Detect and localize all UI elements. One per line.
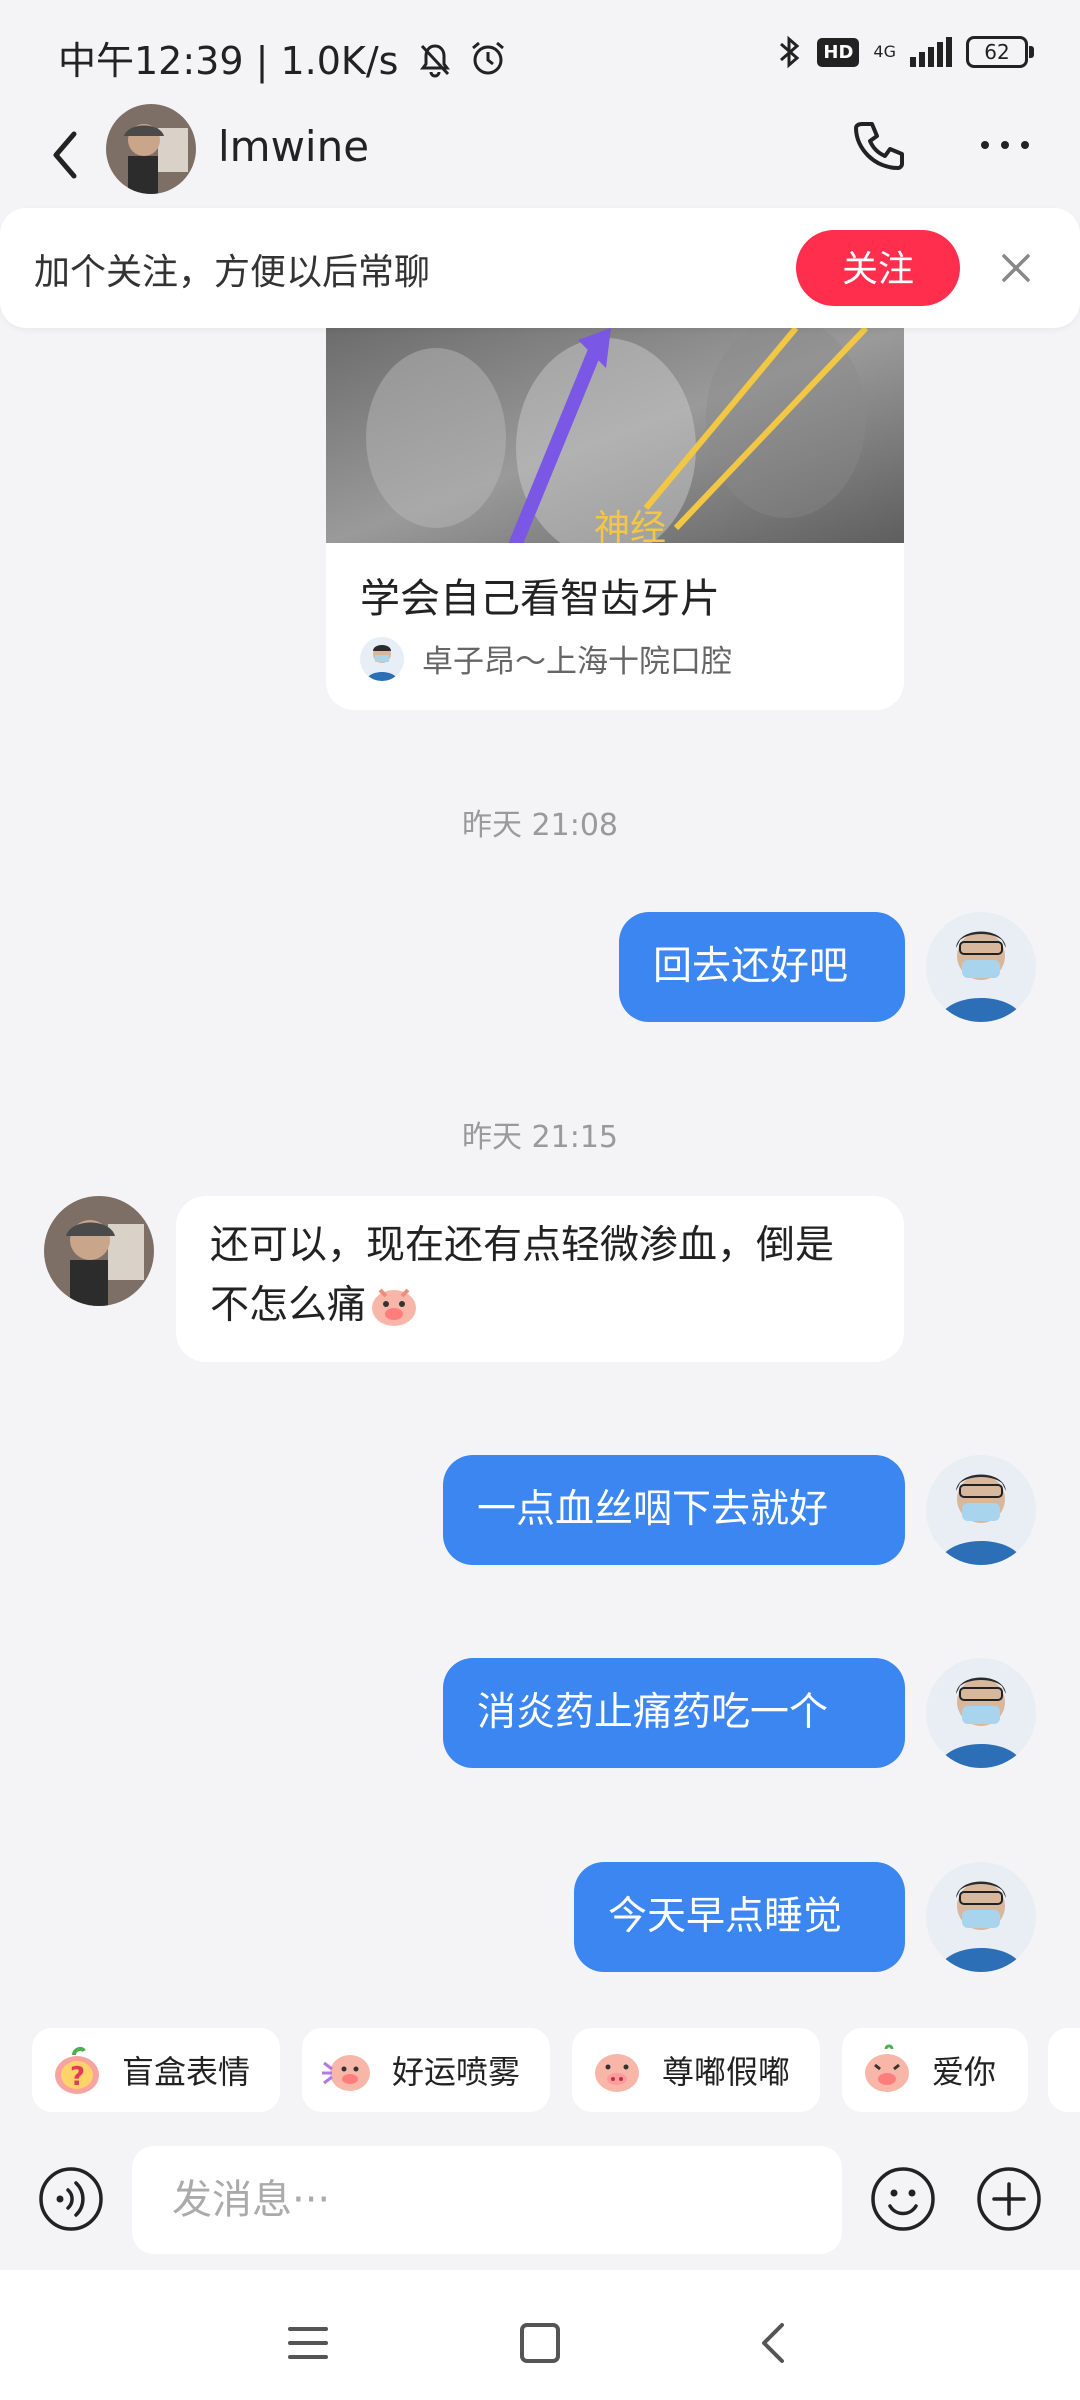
back-icon[interactable] xyxy=(748,2315,804,2371)
chat-header: lmwine xyxy=(0,100,1080,210)
sticker-chip-lucky-spray[interactable]: 好运喷雾 xyxy=(302,2028,550,2112)
shared-note-card[interactable]: 神经 学会自己看智齿牙片 卓子昂～上海十院口腔 xyxy=(326,328,904,710)
sticker-label: 好运喷雾 xyxy=(392,2053,521,2091)
note-author: 卓子昂～上海十院口腔 xyxy=(360,636,732,681)
sticker-chip-partial[interactable] xyxy=(1048,2028,1080,2112)
my-avatar[interactable] xyxy=(926,1862,1036,1972)
lucky-spray-sticker-icon xyxy=(322,2055,370,2091)
sticker-suggestion-bar: ? 盲盒表情 好运喷雾 尊嘟假嘟 爱你 xyxy=(0,1998,1080,2146)
follow-prompt-text: 加个关注，方便以后常聊 xyxy=(34,252,431,293)
menu-icon[interactable] xyxy=(280,2315,336,2371)
mute-bell-icon xyxy=(419,44,450,78)
sticker-label: 尊嘟假嘟 xyxy=(662,2053,791,2091)
status-icons: HD 4G 62 xyxy=(775,34,1034,70)
home-icon[interactable] xyxy=(512,2315,568,2371)
status-bar: 中午12:39 | 1.0K/s HD 4G 62 xyxy=(0,0,1080,100)
message-input[interactable] xyxy=(132,2146,842,2254)
message-bubble-received[interactable]: 还可以，现在还有点轻微渗血，倒是不怎么痛 xyxy=(176,1196,904,1362)
hd-badge: HD xyxy=(817,37,860,67)
close-icon[interactable] xyxy=(994,246,1038,290)
love-you-sticker-icon xyxy=(865,2044,909,2092)
follow-button[interactable]: 关注 xyxy=(796,230,960,306)
contact-avatar-image xyxy=(106,104,196,194)
my-avatar[interactable] xyxy=(926,1658,1036,1768)
note-cover-label: 神经 xyxy=(594,508,666,543)
sticker-chip-love-you[interactable]: 爱你 xyxy=(842,2028,1028,2112)
plus-icon[interactable] xyxy=(976,2166,1042,2232)
svg-text:?: ? xyxy=(70,2062,85,2092)
crying-pig-emoji-icon xyxy=(372,1288,417,1326)
contact-avatar[interactable] xyxy=(106,104,196,194)
network-type: 4G xyxy=(873,42,896,61)
message-bubble-sent[interactable]: 一点血丝咽下去就好 xyxy=(443,1455,905,1565)
author-name: 卓子昂～上海十院口腔 xyxy=(422,644,732,680)
emoji-icon[interactable] xyxy=(870,2166,936,2232)
battery-icon: 62 xyxy=(966,36,1034,68)
my-avatar[interactable] xyxy=(926,912,1036,1022)
alarm-icon xyxy=(471,41,504,75)
message-input-bar xyxy=(0,2146,1080,2270)
sticker-label: 爱你 xyxy=(932,2053,997,2091)
message-bubble-sent[interactable]: 消炎药止痛药吃一个 xyxy=(443,1658,905,1768)
signal-icon xyxy=(910,37,952,67)
bluetooth-icon xyxy=(780,35,800,69)
message-timestamp: 昨天 21:15 xyxy=(462,1120,618,1155)
battery-level: 62 xyxy=(984,40,1010,64)
status-time-text: 中午12:39 | 1.0K/s xyxy=(58,39,399,83)
message-timestamp: 昨天 21:08 xyxy=(462,808,618,843)
mystery-box-sticker-icon: ? xyxy=(55,2046,99,2094)
message-bubble-sent[interactable]: 今天早点睡觉 xyxy=(574,1862,905,1972)
note-cover-image: 神经 xyxy=(326,328,904,543)
really-sticker-icon xyxy=(595,2054,639,2092)
author-avatar xyxy=(360,636,404,681)
system-navigation-bar xyxy=(0,2270,1080,2400)
my-avatar[interactable] xyxy=(926,1455,1036,1565)
message-bubble-sent[interactable]: 回去还好吧 xyxy=(619,912,905,1022)
message-received-text: 还可以，现在还有点轻微渗血，倒是不怎么痛 xyxy=(210,1223,835,1328)
sticker-chip-really[interactable]: 尊嘟假嘟 xyxy=(572,2028,820,2112)
follow-prompt-bar: 加个关注，方便以后常聊 关注 xyxy=(0,208,1080,328)
back-arrow-icon[interactable] xyxy=(40,120,100,190)
more-options-icon[interactable] xyxy=(975,120,1035,170)
status-time: 中午12:39 | 1.0K/s xyxy=(58,30,507,85)
contact-name: lmwine xyxy=(218,122,370,171)
sticker-chip-mystery-box[interactable]: ? 盲盒表情 xyxy=(32,2028,280,2112)
contact-message-avatar[interactable] xyxy=(44,1196,154,1306)
note-title: 学会自己看智齿牙片 xyxy=(360,576,720,622)
sticker-label: 盲盒表情 xyxy=(122,2053,251,2091)
phone-call-icon[interactable] xyxy=(848,116,908,176)
voice-input-icon[interactable] xyxy=(38,2166,104,2232)
